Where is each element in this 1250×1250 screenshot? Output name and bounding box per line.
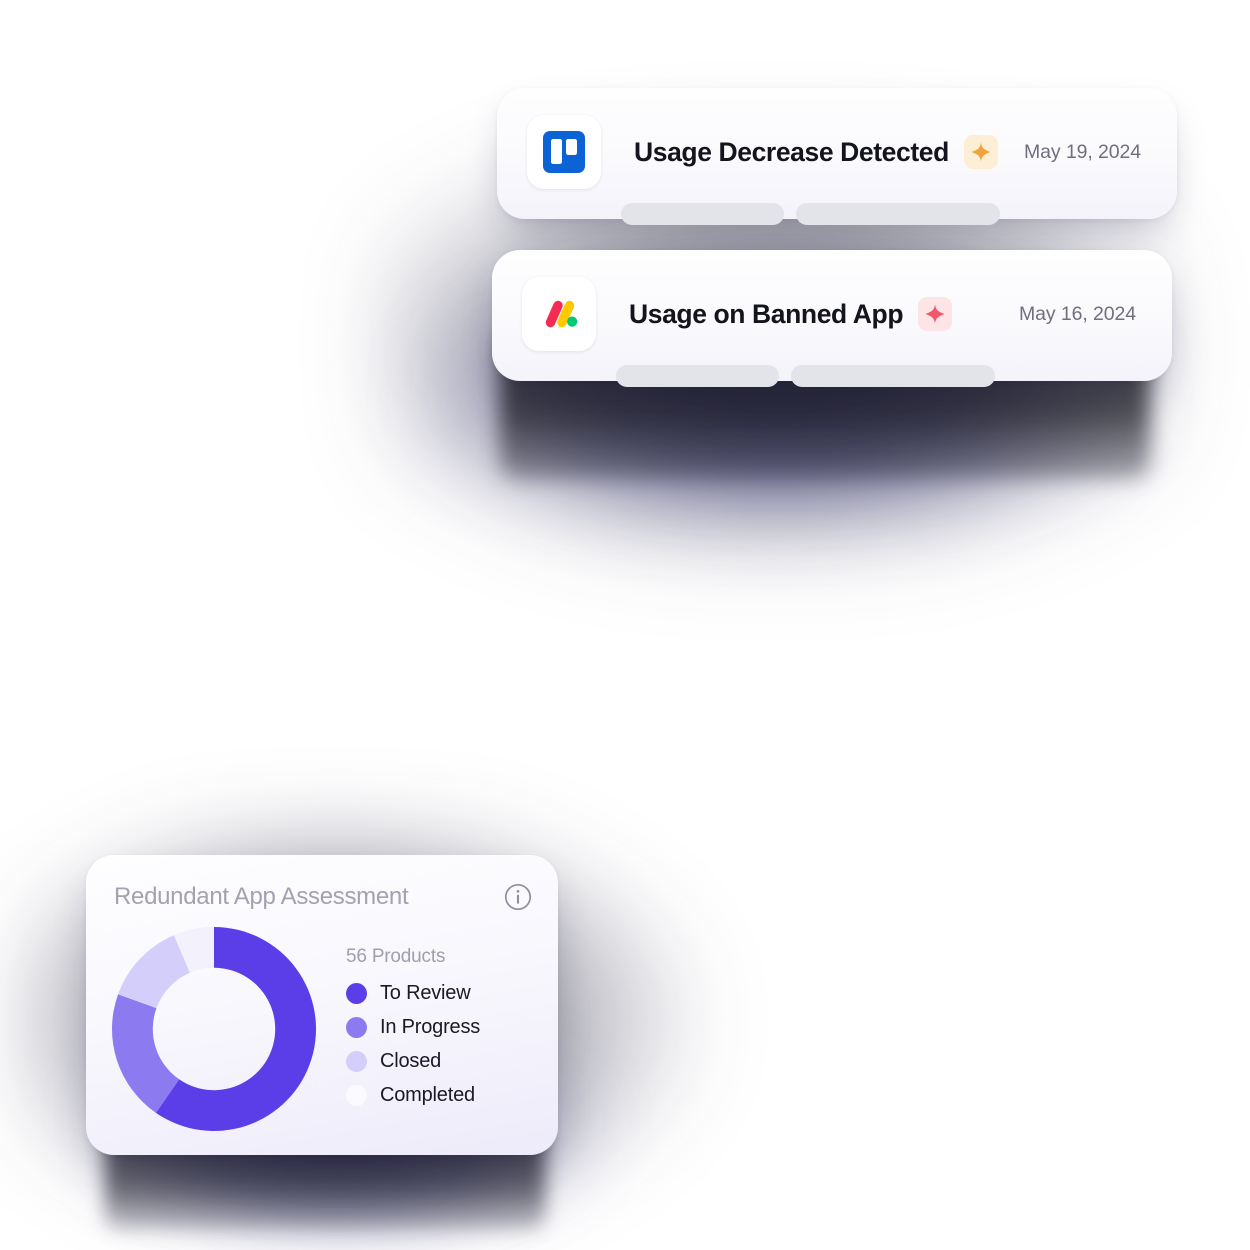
- notification-date: May 19, 2024: [1024, 140, 1141, 163]
- legend-label: Completed: [380, 1084, 475, 1106]
- notification-card[interactable]: Usage on Banned App May 16, 2024: [492, 250, 1172, 387]
- legend-label: Closed: [380, 1050, 442, 1072]
- trello-icon: [527, 115, 601, 189]
- skeleton-bar: [796, 203, 1000, 225]
- legend-item-closed[interactable]: Closed: [346, 1045, 480, 1079]
- legend-swatch: [346, 1085, 367, 1106]
- sparkle-icon[interactable]: [963, 135, 998, 169]
- chart-card-header: Redundant App Assessment: [86, 855, 558, 911]
- info-circle-icon[interactable]: [504, 883, 532, 911]
- donut-chart[interactable]: [108, 923, 320, 1135]
- skeleton-bar: [791, 365, 995, 387]
- legend-label: In Progress: [380, 1016, 481, 1038]
- legend-swatch: [346, 983, 367, 1004]
- skeleton-bar: [621, 203, 784, 225]
- canvas: Usage Decrease Detected May 19, 2024 Usa…: [0, 0, 1250, 1250]
- legend-item-in-progress[interactable]: In Progress: [346, 1011, 480, 1045]
- sparkle-icon[interactable]: [918, 297, 953, 331]
- notification-title: Usage Decrease Detected: [634, 136, 949, 167]
- notification-header-row: Usage Decrease Detected May 19, 2024: [497, 88, 1177, 189]
- notification-card[interactable]: Usage Decrease Detected May 19, 2024: [497, 88, 1177, 225]
- legend-item-to-review[interactable]: To Review: [346, 977, 480, 1011]
- legend-total-label: 56 Products: [346, 945, 446, 967]
- skeleton-placeholder-row: [492, 351, 1172, 387]
- legend-item-completed[interactable]: Completed: [346, 1079, 480, 1113]
- chart-legend: 56 Products To Review In Progress Closed…: [346, 946, 480, 1113]
- legend-swatch: [346, 1051, 367, 1072]
- skeleton-placeholder-row: [497, 189, 1177, 225]
- legend-swatch: [346, 1017, 367, 1038]
- notification-header-row: Usage on Banned App May 16, 2024: [492, 250, 1172, 351]
- monday-icon: [522, 277, 596, 351]
- skeleton-bar: [616, 365, 779, 387]
- legend-label: To Review: [380, 982, 471, 1004]
- chart-card-body: 56 Products To Review In Progress Closed…: [86, 911, 558, 1135]
- notification-title: Usage on Banned App: [629, 298, 904, 329]
- redundant-app-assessment-card[interactable]: Redundant App Assessment 56 Products To …: [86, 855, 558, 1155]
- notification-date: May 16, 2024: [1019, 302, 1136, 325]
- page-title: Redundant App Assessment: [114, 883, 409, 910]
